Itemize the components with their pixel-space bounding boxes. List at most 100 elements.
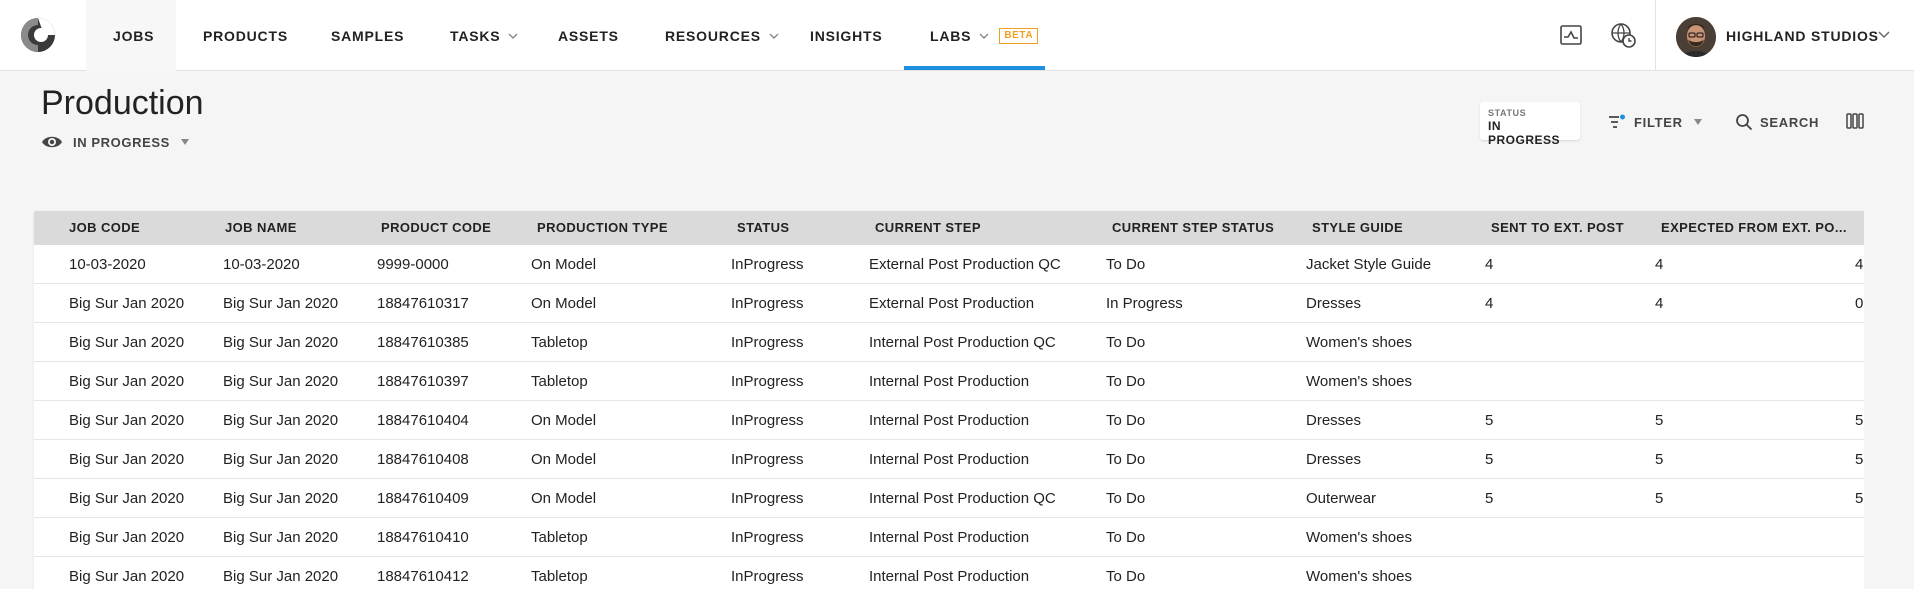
search-button-label: SEARCH: [1760, 114, 1820, 130]
table-cell: Big Sur Jan 2020: [69, 529, 185, 546]
nav-item-jobs[interactable]: JOBS: [113, 0, 154, 71]
table-cell: Big Sur Jan 2020: [69, 295, 185, 312]
table-cell: Women's shoes: [1306, 568, 1412, 585]
table-cell: 18847610404: [377, 412, 469, 429]
table-cell: InProgress: [731, 529, 804, 546]
nav-item-resources[interactable]: RESOURCES: [665, 0, 779, 71]
status-filter-chip[interactable]: STATUS IN PROGRESS: [1480, 102, 1580, 147]
column-header[interactable]: PRODUCT CODE: [381, 211, 531, 245]
table-cell: 4: [1655, 256, 1664, 273]
table-cell: Internal Post Production: [869, 412, 1030, 429]
table-cell: Internal Post Production: [869, 373, 1030, 390]
column-header[interactable]: CURRENT STEP STATUS: [1112, 211, 1307, 245]
table-cell: Internal Post Production: [869, 529, 1030, 546]
table-cell: On Model: [531, 256, 597, 273]
column-header[interactable]: JOB NAME: [225, 211, 375, 245]
nav-item-assets[interactable]: ASSETS: [558, 0, 619, 71]
table-cell: 18847610409: [377, 490, 469, 507]
column-header[interactable]: EXPECTED FROM EXT. PO...: [1661, 211, 1856, 245]
column-header[interactable]: PRODUCTION TYPE: [537, 211, 727, 245]
column-header[interactable]: JOB CODE: [69, 211, 219, 245]
globe-clock-icon[interactable]: [1609, 21, 1637, 49]
account-name[interactable]: HIGHLAND STUDIOS: [1726, 0, 1879, 71]
column-header[interactable]: CURRENT STEP: [875, 211, 1105, 245]
table-cell: Big Sur Jan 2020: [69, 334, 185, 351]
table-cell: 4: [1485, 256, 1494, 273]
active-tab-indicator: [904, 66, 1045, 70]
nav-item-label: PRODUCTS: [203, 27, 288, 44]
column-header[interactable]: STYLE GUIDE: [1312, 211, 1482, 245]
production-table: JOB CODE JOB NAME PRODUCT CODE PRODUCTION T…: [34, 211, 1864, 589]
table-row[interactable]: Big Sur Jan 2020 Big Sur Jan 2020 18847610…: [34, 362, 1864, 401]
chevron-down-icon: [979, 33, 989, 39]
table-row[interactable]: Big Sur Jan 2020 Big Sur Jan 2020 18847610…: [34, 518, 1864, 557]
table-cell: To Do: [1106, 373, 1146, 390]
table-cell: On Model: [531, 490, 597, 507]
table-cell: InProgress: [731, 451, 804, 468]
table-row[interactable]: Big Sur Jan 2020 Big Sur Jan 2020 18847610…: [34, 323, 1864, 362]
table-cell: 10-03-2020: [223, 256, 300, 273]
search-icon: [1736, 114, 1753, 131]
table-cell: InProgress: [731, 490, 804, 507]
filter-button[interactable]: FILTER: [1608, 110, 1703, 134]
status-chip-key: STATUS: [1488, 108, 1527, 118]
table-cell: 5: [1855, 490, 1864, 507]
table-cell: External Post Production QC: [869, 256, 1061, 273]
chevron-down-icon[interactable]: [1878, 30, 1890, 40]
table-row[interactable]: Big Sur Jan 2020 Big Sur Jan 2020 18847610…: [34, 479, 1864, 518]
table-cell: 0: [1855, 295, 1864, 312]
table-cell: Big Sur Jan 2020: [69, 373, 185, 390]
activity-chart-icon[interactable]: [1557, 21, 1585, 49]
table-cell: 18847610385: [377, 334, 469, 351]
table-row[interactable]: Big Sur Jan 2020 Big Sur Jan 2020 18847610…: [34, 557, 1864, 589]
table-cell: 5: [1485, 451, 1494, 468]
table-row[interactable]: Big Sur Jan 2020 Big Sur Jan 2020 18847610…: [34, 401, 1864, 440]
nav-item-samples[interactable]: SAMPLES: [331, 0, 404, 71]
table-cell: Women's shoes: [1306, 373, 1412, 390]
search-button[interactable]: SEARCH: [1735, 110, 1819, 134]
table-row[interactable]: Big Sur Jan 2020 Big Sur Jan 2020 18847610…: [34, 284, 1864, 323]
table-cell: Internal Post Production: [869, 568, 1030, 585]
view-selector[interactable]: IN PROGRESS: [41, 133, 190, 151]
table-cell: 5: [1855, 451, 1864, 468]
table-cell: 4: [1655, 295, 1664, 312]
status-chip-value: IN PROGRESS: [1488, 119, 1561, 147]
top-navigation-bar: JOBS PRODUCTS SAMPLES TASKS ASSETS RESOU…: [0, 0, 1914, 71]
table-cell: To Do: [1106, 412, 1146, 429]
user-avatar-icon: [1676, 17, 1716, 57]
table-cell: Big Sur Jan 2020: [223, 490, 339, 507]
eye-icon: [42, 136, 62, 148]
table-cell: On Model: [531, 295, 597, 312]
app-logo-icon[interactable]: [20, 17, 56, 53]
table-cell: Tabletop: [531, 568, 588, 585]
page-title: Production: [41, 84, 204, 122]
table-cell: Big Sur Jan 2020: [223, 412, 339, 429]
table-cell: 5: [1655, 451, 1664, 468]
table-cell: Tabletop: [531, 334, 588, 351]
table-cell: To Do: [1106, 256, 1146, 273]
caret-down-icon: [1693, 119, 1702, 125]
nav-item-label: SAMPLES: [331, 27, 405, 44]
column-header[interactable]: STATUS: [737, 211, 867, 245]
column-header[interactable]: SENT TO EXT. POST: [1491, 211, 1656, 245]
table-cell: To Do: [1106, 529, 1146, 546]
nav-item-products[interactable]: PRODUCTS: [203, 0, 288, 71]
filter-icon: [1609, 114, 1625, 128]
page-margin: [1864, 211, 1914, 589]
table-cell: To Do: [1106, 568, 1146, 585]
table-row[interactable]: 10-03-2020 10-03-2020 9999-0000 On Model InP…: [34, 245, 1864, 284]
table-cell: 18847610317: [377, 295, 469, 312]
table-row[interactable]: Big Sur Jan 2020 Big Sur Jan 2020 18847610…: [34, 440, 1864, 479]
table-cell: Big Sur Jan 2020: [69, 451, 185, 468]
nav-item-labs[interactable]: LABS BETA: [930, 0, 1039, 71]
table-cell: Outerwear: [1306, 490, 1377, 507]
nav-item-insights[interactable]: INSIGHTS: [810, 0, 883, 71]
columns-icon[interactable]: [1846, 112, 1864, 130]
chevron-down-icon: [769, 33, 779, 39]
table-cell: 5: [1485, 490, 1494, 507]
table-cell: Women's shoes: [1306, 334, 1412, 351]
table-cell: In Progress: [1106, 295, 1183, 312]
avatar[interactable]: [1676, 17, 1716, 57]
nav-item-tasks[interactable]: TASKS: [450, 0, 518, 71]
table-cell: 18847610397: [377, 373, 469, 390]
